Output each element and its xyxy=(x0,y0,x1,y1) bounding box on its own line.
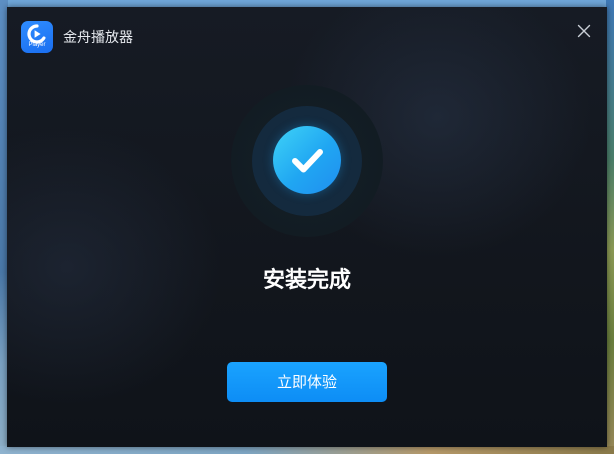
success-badge xyxy=(273,126,341,194)
checkmark-icon xyxy=(292,149,323,173)
app-logo-label: Player xyxy=(28,42,46,48)
app-title: 金舟播放器 xyxy=(63,30,133,46)
desktop-wallpaper-right xyxy=(606,0,614,454)
install-complete-title: 安装完成 xyxy=(262,268,351,293)
close-button[interactable] xyxy=(573,20,595,42)
try-now-button[interactable]: 立即体验 xyxy=(227,362,387,402)
app-logo: Player xyxy=(21,21,53,53)
installer-window: Player 金舟播放器 安装完成 立即体验 xyxy=(7,7,607,447)
desktop-wallpaper-bottom xyxy=(0,446,614,454)
close-icon xyxy=(577,24,591,38)
